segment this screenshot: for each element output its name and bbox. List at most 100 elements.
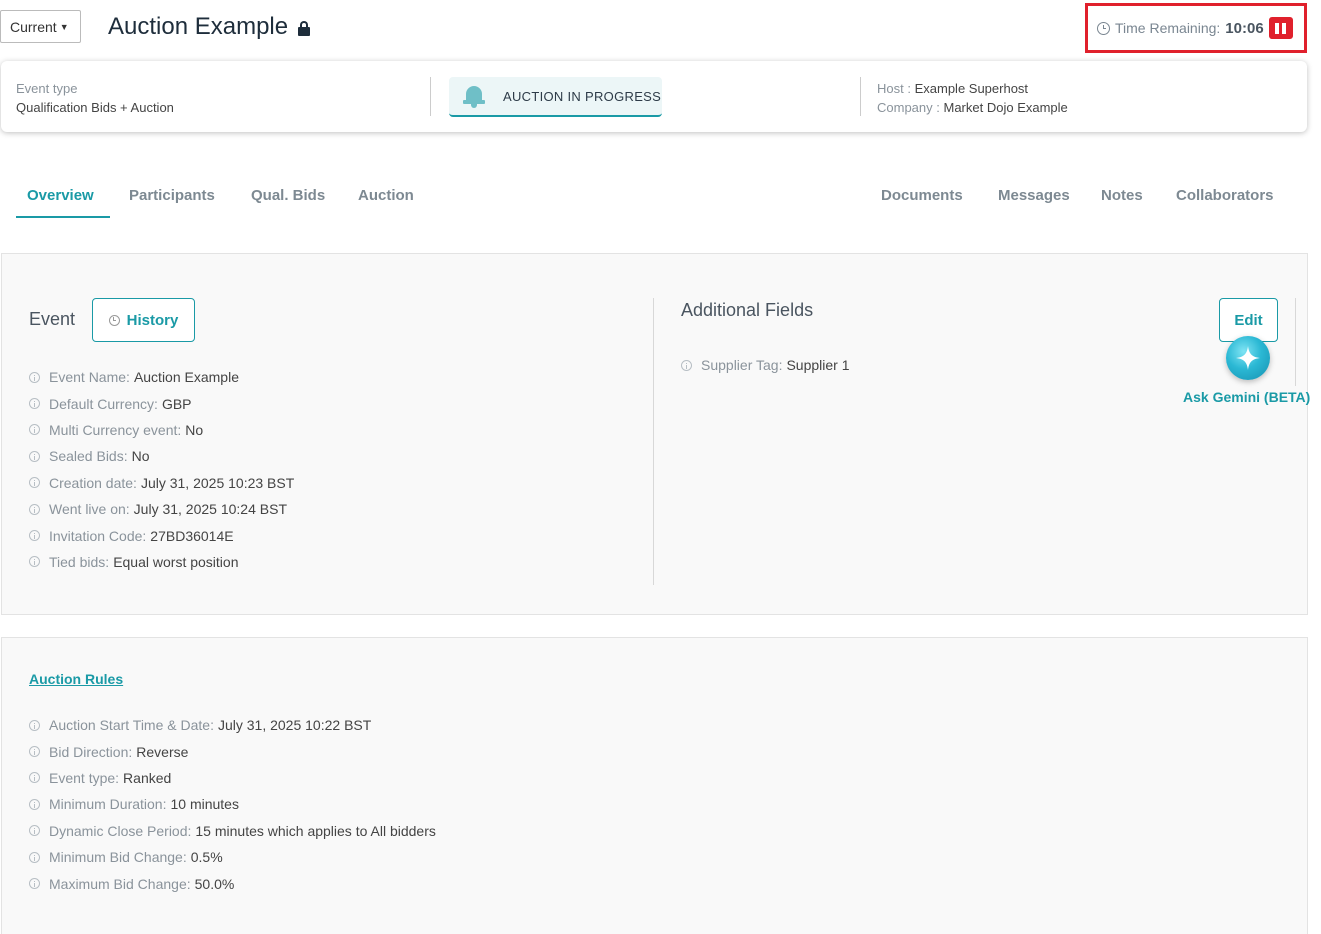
field-label: Event Name: [49,369,130,386]
info-icon [29,772,40,784]
time-remaining-label: Time Remaining: [1115,20,1221,36]
field-label: Went live on: [49,501,130,518]
field-value: July 31, 2025 10:23 BST [140,474,295,491]
status-badge: AUCTION IN PROGRESS [449,77,662,117]
auction-rules-panel: Auction Rules Auction Start Time & Date:… [1,637,1308,934]
tab-messages[interactable]: Messages [998,187,1070,204]
time-remaining-value: 10:06 [1225,19,1264,37]
company-value: Market Dojo Example [943,100,1068,115]
pause-button[interactable] [1268,17,1293,39]
field-label: Creation date: [49,474,137,491]
field-label: Bid Direction: [49,743,133,760]
field-label: Supplier Tag: [701,357,783,374]
event-type: Event type Qualification Bids + Auction [16,79,174,117]
field-label: Minimum Bid Change: [49,849,187,866]
tab-participants[interactable]: Participants [129,187,215,204]
field-label: Tied bids: [49,553,110,570]
field-label: Event type: [49,769,120,786]
divider [860,77,861,116]
gemini-button[interactable] [1226,336,1270,380]
field-label: Maximum Bid Change: [49,875,191,892]
event-panel: Event History Event Name: Auction Example… [1,253,1308,615]
divider [430,77,431,116]
history-button[interactable]: History [92,298,195,342]
clock-icon [1097,21,1110,35]
info-icon [29,450,40,462]
field-value: Reverse [136,743,189,760]
field-value: July 31, 2025 10:24 BST [133,501,287,518]
time-remaining: Time Remaining: 10:06 [1085,3,1307,53]
divider [653,298,654,585]
field-value: 50.0% [194,875,235,892]
bell-icon [463,84,485,108]
field-value: 10 minutes [170,796,239,813]
list-item: Creation date: July 31, 2025 10:23 BST [29,470,294,496]
status-text: AUCTION IN PROGRESS [503,88,662,104]
field-label: Invitation Code: [49,527,147,544]
host-label: Host : [877,81,911,96]
list-item: Supplier Tag: Supplier 1 [681,352,850,378]
field-label: Multi Currency event: [49,421,182,438]
list-item: Auction Start Time & Date: July 31, 2025 … [29,712,436,738]
list-item: Bid Direction: Reverse [29,738,436,764]
info-icon [29,878,40,890]
list-item: Tied bids: Equal worst position [29,549,294,575]
info-icon [29,371,40,383]
tab-overview[interactable]: Overview [27,187,94,204]
field-value: Supplier 1 [786,357,850,374]
field-value: 0.5% [190,849,223,866]
info-icon [29,530,40,542]
info-icon [29,477,40,489]
tab-auction[interactable]: Auction [358,187,414,204]
history-button-label: History [126,311,179,329]
field-value: No [131,448,150,465]
info-icon [29,503,40,515]
page-title: Auction Example [108,13,311,41]
list-item: Event Name: Auction Example [29,364,294,390]
field-label: Sealed Bids: [49,448,128,465]
tab-collaborators[interactable]: Collaborators [1176,187,1274,204]
version-select[interactable]: Current ▼ [0,10,81,43]
field-label: Default Currency: [49,395,158,412]
field-value: No [185,421,204,438]
info-icon [29,424,40,436]
lock-icon [298,21,311,37]
ask-gemini-label[interactable]: Ask Gemini (BETA) [1183,389,1310,405]
edit-button-label: Edit [1234,311,1263,329]
auction-rules-list: Auction Start Time & Date: July 31, 2025 … [29,712,436,897]
auction-rules-link[interactable]: Auction Rules [29,671,123,687]
event-type-value: Qualification Bids + Auction [16,100,174,115]
list-item: Default Currency: GBP [29,390,294,416]
field-value: Auction Example [133,369,239,386]
field-value: 27BD36014E [150,527,234,544]
info-icon [29,825,40,837]
additional-field-list: Supplier Tag: Supplier 1 [681,352,850,378]
history-icon [108,314,120,326]
info-icon [681,359,692,371]
event-type-label: Event type [16,81,78,96]
info-icon [29,398,40,410]
field-value: 15 minutes which applies to All bidders [195,822,436,839]
tab-qual-bids[interactable]: Qual. Bids [251,187,325,204]
field-label: Minimum Duration: [49,796,167,813]
field-label: Dynamic Close Period: [49,822,192,839]
list-item: Dynamic Close Period: 15 minutes which ap… [29,818,436,844]
page-title-text: Auction Example [108,13,289,40]
event-field-list: Event Name: Auction Example Default Curre… [29,364,294,575]
list-item: Maximum Bid Change: 50.0% [29,870,436,896]
info-icon [29,851,40,863]
field-label: Auction Start Time & Date: [49,717,214,734]
info-icon [29,719,40,731]
tab-notes[interactable]: Notes [1101,187,1143,204]
tab-documents[interactable]: Documents [881,187,963,204]
active-tab-indicator [16,216,110,218]
field-value: Ranked [123,769,172,786]
additional-fields-title: Additional Fields [681,300,814,320]
version-select-value: Current [10,18,57,35]
field-value: GBP [161,395,192,412]
list-item: Invitation Code: 27BD36014E [29,522,294,548]
event-info-card: Event type Qualification Bids + Auction … [1,61,1307,132]
list-item: Went live on: July 31, 2025 10:24 BST [29,496,294,522]
company-label: Company : [877,100,940,115]
event-section-title: Event [29,309,76,329]
